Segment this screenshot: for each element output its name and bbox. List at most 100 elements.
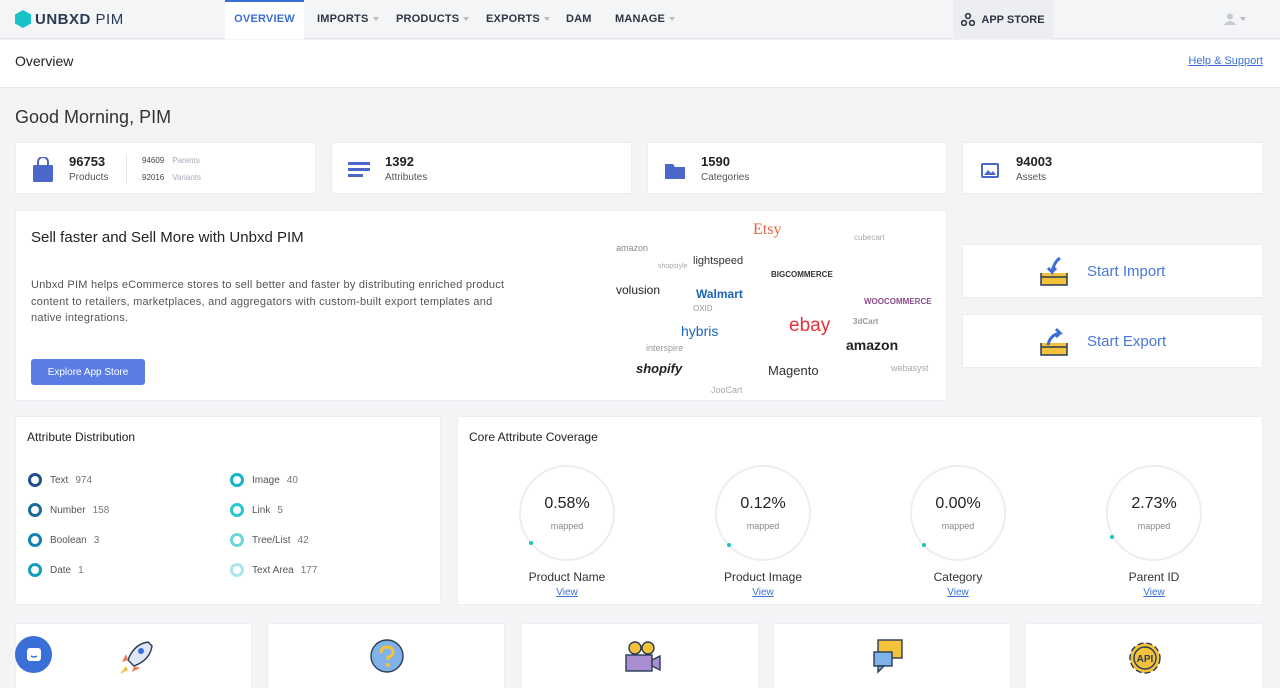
amazon-logo-large: amazon [846, 337, 899, 353]
legend-ring-icon [230, 563, 244, 577]
start-export-button[interactable]: Start Export [962, 314, 1263, 368]
legend-label: Number [50, 504, 86, 516]
gauge-name: Product Name [528, 570, 606, 584]
tab-overview[interactable]: OVERVIEW [225, 0, 304, 39]
legend-ring-icon [230, 473, 244, 487]
legend-ring-icon [230, 503, 244, 517]
volusion-logo: volusion [616, 283, 661, 297]
gauge-progress-marker [529, 541, 534, 546]
gauge-ring: 0.58% mapped [519, 465, 615, 561]
view-link[interactable]: View [1094, 587, 1214, 598]
legend-ring-icon [230, 533, 244, 547]
coverage-gauge: 0.00% mapped Category View [898, 465, 1018, 598]
tab-exports[interactable]: EXPORTS [486, 0, 550, 39]
chevron-down-icon [543, 17, 550, 22]
panel-title: Attribute Distribution [27, 430, 136, 444]
explore-app-store-button[interactable]: Explore App Store [31, 359, 145, 385]
legend-item: Tree/List 42 [230, 533, 309, 547]
stat-assets[interactable]: 94003 Assets [962, 142, 1263, 194]
attribute-distribution-panel: Attribute Distribution Text 974 Number 158 B… [15, 416, 441, 605]
api-docs-card[interactable]: API [1025, 623, 1263, 688]
parents-count: 94609 Parents [142, 156, 200, 165]
gauge-name: Category [933, 570, 983, 584]
legend-value: 40 [286, 474, 298, 486]
chevron-down-icon [463, 17, 470, 22]
stat-attributes[interactable]: 1392 Attributes [331, 142, 632, 194]
page-title: Overview [15, 53, 74, 69]
legend-value: 42 [297, 534, 309, 546]
chat-launcher-button[interactable] [15, 636, 52, 673]
magento-logo: Magento [768, 363, 819, 378]
user-menu[interactable] [1224, 13, 1246, 25]
start-import-button[interactable]: Start Import [962, 244, 1263, 298]
help-support-link[interactable]: Help & Support [1188, 55, 1263, 67]
tab-manage[interactable]: MANAGE [615, 0, 676, 39]
brand-product: PIM [95, 10, 124, 28]
app-store-button[interactable]: APP STORE [953, 0, 1053, 39]
gauge-ring: 2.73% mapped [1106, 465, 1202, 561]
stat-products[interactable]: 96753 Products 94609 Parents 92016 Variant… [15, 142, 316, 194]
stat-categories[interactable]: 1590 Categories [647, 142, 947, 194]
bigcommerce-logo: BIGCOMMERCE [771, 270, 833, 279]
legend-label: Boolean [50, 534, 87, 546]
products-label: Products [69, 172, 109, 183]
view-link[interactable]: View [703, 587, 823, 598]
legend-item: Image 40 [230, 473, 298, 487]
svg-text:API: API [1137, 654, 1154, 665]
image-icon [981, 163, 999, 178]
legend-item: Text Area 177 [230, 563, 317, 577]
feedback-card[interactable] [773, 623, 1011, 688]
promo-title: Sell faster and Sell More with Unbxd PIM [31, 229, 304, 246]
gauge-percent: 2.73% [1131, 495, 1177, 512]
coverage-gauge: 0.58% mapped Product Name View [507, 465, 627, 598]
export-icon [1040, 327, 1068, 356]
legend-value: 5 [277, 504, 283, 516]
woocommerce-logo: WOOCOMMERCE [864, 297, 932, 306]
user-icon [1224, 13, 1236, 25]
chat-icon [26, 647, 41, 661]
legend-label: Text Area [252, 564, 294, 576]
tab-products[interactable]: PRODUCTS [396, 0, 470, 39]
amazon-logo: amazon [616, 243, 649, 253]
variants-count: 92016 Variants [142, 173, 202, 182]
gauge-name: Parent ID [1128, 570, 1180, 584]
gauge-mapped-label: mapped [941, 521, 975, 531]
promo-card: Sell faster and Sell More with Unbxd PIM… [15, 210, 947, 401]
app-store-icon [961, 13, 976, 26]
legend-item: Date 1 [28, 563, 84, 577]
help-card[interactable] [267, 623, 505, 688]
gauge-ring: 0.12% mapped [715, 465, 811, 561]
shopping-bag-icon [33, 157, 53, 182]
legend-value: 3 [93, 534, 100, 546]
integration-logos: Etsy amazon lightspeed BIGCOMMERCE volus… [616, 221, 932, 395]
view-link[interactable]: View [507, 587, 627, 598]
chevron-down-icon [372, 17, 379, 22]
legend-ring-icon [28, 473, 42, 487]
brand-logo[interactable]: UNBXD PIM [15, 9, 124, 29]
list-icon [348, 162, 370, 177]
top-navigation: UNBXD PIM OVERVIEW IMPORTS PRODUCTS EXPO… [0, 0, 1280, 39]
chevron-down-icon [1240, 17, 1246, 21]
view-link[interactable]: View [898, 587, 1018, 598]
chevron-down-icon [669, 17, 676, 22]
legend-item: Number 158 [28, 503, 109, 517]
shopify-logo: shopify [636, 361, 683, 376]
legend-label: Text [50, 474, 69, 486]
video-camera-icon [625, 641, 661, 672]
tab-dam[interactable]: DAM [566, 0, 592, 39]
products-count: 96753 [69, 154, 106, 169]
gauge-progress-marker [726, 542, 731, 547]
divider [126, 155, 127, 184]
hybris-logo: hybris [681, 323, 719, 339]
import-icon [1040, 256, 1068, 286]
chat-bubbles-icon [873, 639, 903, 674]
rocket-icon [120, 641, 153, 674]
gauge-progress-marker [922, 543, 926, 547]
gauge-percent: 0.12% [740, 495, 786, 512]
video-tutorials-card[interactable] [521, 623, 759, 688]
tab-imports[interactable]: IMPORTS [317, 0, 379, 39]
question-icon [370, 639, 404, 673]
page-header: Overview Help & Support [0, 40, 1280, 88]
core-attribute-coverage-panel: Core Attribute Coverage 0.58% mapped Produ… [457, 416, 1263, 605]
greeting: Good Morning, PIM [15, 107, 172, 127]
